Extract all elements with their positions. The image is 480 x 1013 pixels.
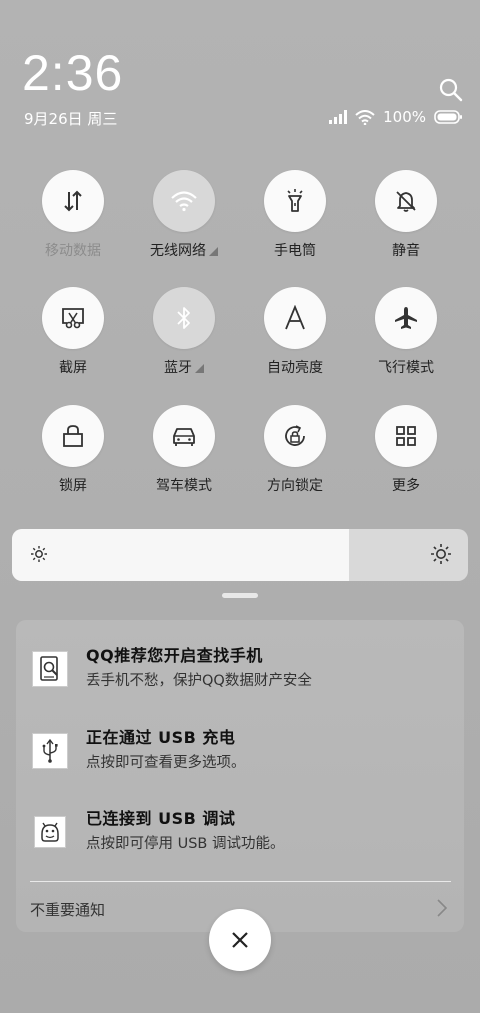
system-indicators: 100% (329, 108, 462, 126)
toggle-label: 无线网络 (150, 243, 206, 259)
toggle-screenshot[interactable]: 截屏 (18, 287, 128, 377)
toggle-label: 手电筒 (274, 243, 316, 259)
rotation-lock-icon (285, 425, 305, 446)
data-arrows-icon (64, 190, 82, 212)
usb-icon (42, 738, 58, 763)
toggle-airplane[interactable]: 飞行模式 (351, 287, 461, 377)
toggle-rotation-lock[interactable]: 方向锁定 (240, 405, 350, 495)
unimportant-notifications-link[interactable]: 不重要通知 (30, 899, 105, 920)
toggle-label: 截屏 (59, 360, 87, 376)
clear-all-button[interactable] (209, 909, 271, 971)
airplane-icon (395, 307, 417, 329)
signal-icon (329, 110, 348, 124)
notification-desc: 丢手机不愁，保护QQ数据财产安全 (86, 673, 312, 689)
android-debug-icon (41, 822, 59, 842)
flashlight-icon (287, 189, 303, 212)
clock: 2:36 (22, 45, 124, 101)
toggle-mobile-data[interactable]: 移动数据 (18, 170, 128, 260)
notification-desc: 点按即可查看更多选项。 (86, 755, 246, 771)
grid-more-icon (396, 426, 416, 446)
notification-usb-debug[interactable]: 已连接到 USB 调试 点按即可停用 USB 调试功能。 (16, 805, 464, 865)
close-icon (232, 932, 248, 948)
date: 9月26日 周三 (24, 110, 118, 128)
toggle-label: 自动亮度 (267, 360, 323, 376)
expand-triangle-icon[interactable] (195, 363, 204, 373)
toggle-label: 静音 (392, 243, 420, 259)
toggle-wifi[interactable]: 无线网络 (129, 170, 239, 260)
expand-triangle-icon[interactable] (209, 246, 218, 256)
chevron-right-icon[interactable] (436, 898, 448, 922)
wifi-status-icon (355, 109, 375, 125)
toggle-label: 驾车模式 (156, 478, 212, 494)
toggle-label: 蓝牙 (164, 360, 192, 376)
toggle-flashlight[interactable]: 手电筒 (240, 170, 350, 260)
notification-desc: 点按即可停用 USB 调试功能。 (86, 836, 285, 852)
notification-title: 正在通过 USB 充电 (86, 728, 236, 747)
toggle-label: 方向锁定 (267, 478, 323, 494)
brightness-slider[interactable] (12, 529, 468, 581)
car-icon (173, 428, 195, 446)
notification-qq[interactable]: QQ推荐您开启查找手机 丢手机不愁，保护QQ数据财产安全 (16, 642, 464, 702)
notification-usb-charging[interactable]: 正在通过 USB 充电 点按即可查看更多选项。 (16, 724, 464, 784)
toggle-auto-brightness[interactable]: 自动亮度 (240, 287, 350, 377)
brightness-fill (12, 529, 350, 581)
toggle-bluetooth[interactable]: 蓝牙 (129, 287, 239, 377)
toggle-more[interactable]: 更多 (351, 405, 461, 495)
drag-handle[interactable] (222, 593, 258, 598)
bell-mute-icon (396, 191, 416, 212)
screenshot-scissors-icon (62, 308, 84, 329)
qq-find-phone-icon (40, 656, 58, 681)
toggle-label: 移动数据 (45, 243, 101, 259)
notification-panel: QQ推荐您开启查找手机 丢手机不愁，保护QQ数据财产安全 正在通过 USB 充电… (16, 620, 464, 932)
wifi-icon (171, 191, 197, 212)
toggle-label: 飞行模式 (378, 360, 434, 376)
battery-icon (434, 110, 462, 124)
search-icon[interactable] (438, 77, 464, 103)
lock-icon (63, 425, 83, 447)
toggle-label: 更多 (392, 478, 420, 494)
brightness-low-icon (30, 545, 48, 567)
status-area: 2:36 9月26日 周三 100% (0, 0, 480, 140)
toggle-label: 锁屏 (59, 478, 87, 494)
notification-title: 已连接到 USB 调试 (86, 809, 236, 828)
toggle-mute[interactable]: 静音 (351, 170, 461, 260)
bluetooth-icon (177, 307, 190, 329)
auto-brightness-icon (285, 305, 305, 330)
brightness-high-icon (430, 543, 452, 569)
toggle-driving-mode[interactable]: 驾车模式 (129, 405, 239, 495)
battery-percent: 100% (383, 108, 426, 126)
divider (30, 881, 451, 882)
notification-title: QQ推荐您开启查找手机 (86, 646, 263, 665)
toggle-lock-screen[interactable]: 锁屏 (18, 405, 128, 495)
